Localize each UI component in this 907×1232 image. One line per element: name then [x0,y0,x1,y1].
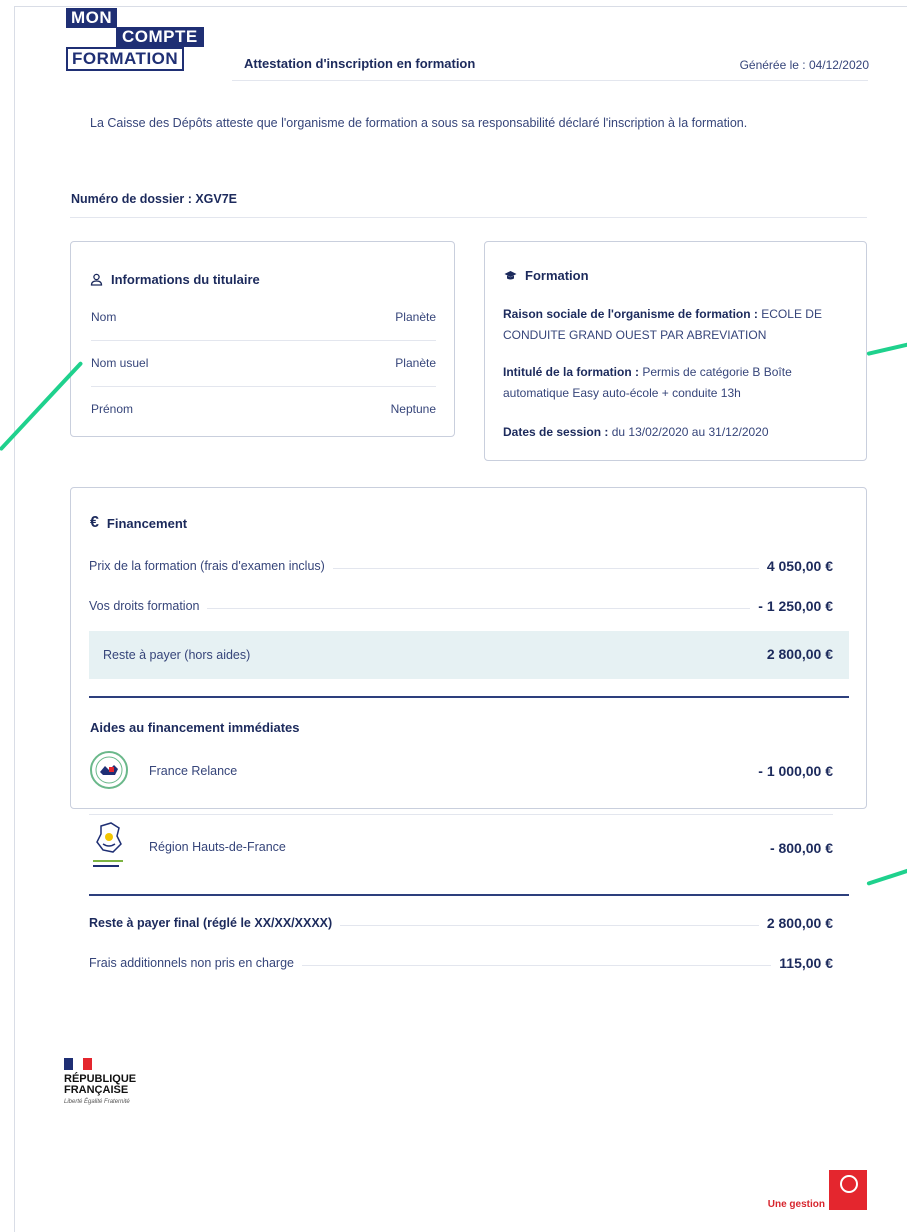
final-label: Reste à payer final (réglé le XX/XX/XXXX… [89,916,341,930]
aide-region-hdf: Région Hauts-de-France - 800,00 € [89,820,833,880]
titulaire-card: Informations du titulaire Nom Planète No… [70,241,455,437]
row-value: Planète [395,310,436,324]
frais-label: Frais additionnels non pris en charge [89,956,302,970]
titulaire-row-prenom: Prénom Neptune [91,387,436,433]
person-icon [90,273,103,286]
aide-label: France Relance [149,764,238,778]
logo-line-1: MON [66,8,118,28]
logo-line-3: FORMATION [66,47,185,71]
rf-motto: Liberté Égalité Fraternité [64,1099,130,1105]
row-value: Neptune [390,402,436,416]
formation-card: Formation Raison sociale de l'organisme … [484,241,867,461]
prix-label: Prix de la formation (frais d'examen inc… [89,559,333,573]
reste-label: Reste à payer (hors aides) [103,648,251,662]
droits-label: Vos droits formation [89,599,208,613]
dates-value: du 13/02/2020 au 31/12/2020 [611,425,769,439]
financement-card: € Financement Prix de la formation (frai… [70,487,867,971]
aide-value: - 800,00 € [769,840,833,856]
dossier-number: Numéro de dossier : XGV7E [71,192,238,206]
cdc-logo-icon [829,1170,867,1210]
formation-title: Formation [525,268,589,283]
titulaire-row-nom-usuel: Nom usuel Planète [91,341,436,387]
final-value: 2 800,00 € [758,915,833,931]
republique-francaise-logo: RÉPUBLIQUE FRANÇAISE Liberté Égalité Fra… [64,1058,174,1106]
titulaire-row-nom: Nom Planète [91,295,436,341]
formation-dates: Dates de session : du 13/02/2020 au 31/1… [503,422,848,443]
rf-name-2: FRANÇAISE [64,1084,129,1096]
financement-title: Financement [106,515,188,531]
france-relance-logo [89,750,129,795]
aide-label: Région Hauts-de-France [149,840,286,854]
graduation-cap-icon [504,269,517,282]
dates-label: Dates de session : [503,425,609,439]
formation-heading: Formation [504,268,589,283]
row-value: Planète [395,356,436,370]
titulaire-heading: Informations du titulaire [90,272,260,287]
intro-text: La Caisse des Dépôts atteste que l'organ… [90,116,748,130]
row-label: Nom usuel [91,356,149,370]
formation-intitule: Intitulé de la formation : Permis de cat… [503,362,848,404]
droits-value: - 1 250,00 € [750,598,833,614]
frais-value: 115,00 € [771,955,833,971]
formation-raison: Raison sociale de l'organisme de formati… [503,304,848,346]
aides-title: Aides au financement immédiates [90,720,300,735]
row-label: Nom [91,310,117,324]
caisse-des-depots-logo: Une gestion [768,1170,867,1210]
une-gestion-label: Une gestion [767,1199,825,1210]
header-divider [232,80,868,81]
section-separator-final [89,894,849,896]
aide-france-relance: France Relance - 1 000,00 € [89,750,833,810]
prix-value: 4 050,00 € [758,558,833,574]
logo-line-2: COMPTE [116,27,204,47]
titulaire-title: Informations du titulaire [111,272,260,287]
aide-value: - 1 000,00 € [758,763,833,779]
reste-a-payer-row: Reste à payer (hors aides) 2 800,00 € [89,631,849,679]
document-title: Attestation d'inscription en formation [244,56,476,71]
reste-value: 2 800,00 € [766,646,833,662]
financement-heading: € Financement [90,514,187,532]
euro-icon: € [90,514,99,531]
dossier-divider [70,217,867,218]
intitule-label: Intitulé de la formation : [503,365,640,379]
generated-date: Générée le : 04/12/2020 [739,58,869,72]
region-hauts-de-france-logo [89,820,129,877]
raison-label: Raison sociale de l'organisme de formati… [503,307,758,321]
section-separator [89,696,849,698]
mon-compte-formation-logo: MON COMPTE FORMATION [66,8,209,82]
row-label: Prénom [91,402,134,416]
french-flag-icon [64,1058,92,1070]
aides-divider [89,814,833,815]
